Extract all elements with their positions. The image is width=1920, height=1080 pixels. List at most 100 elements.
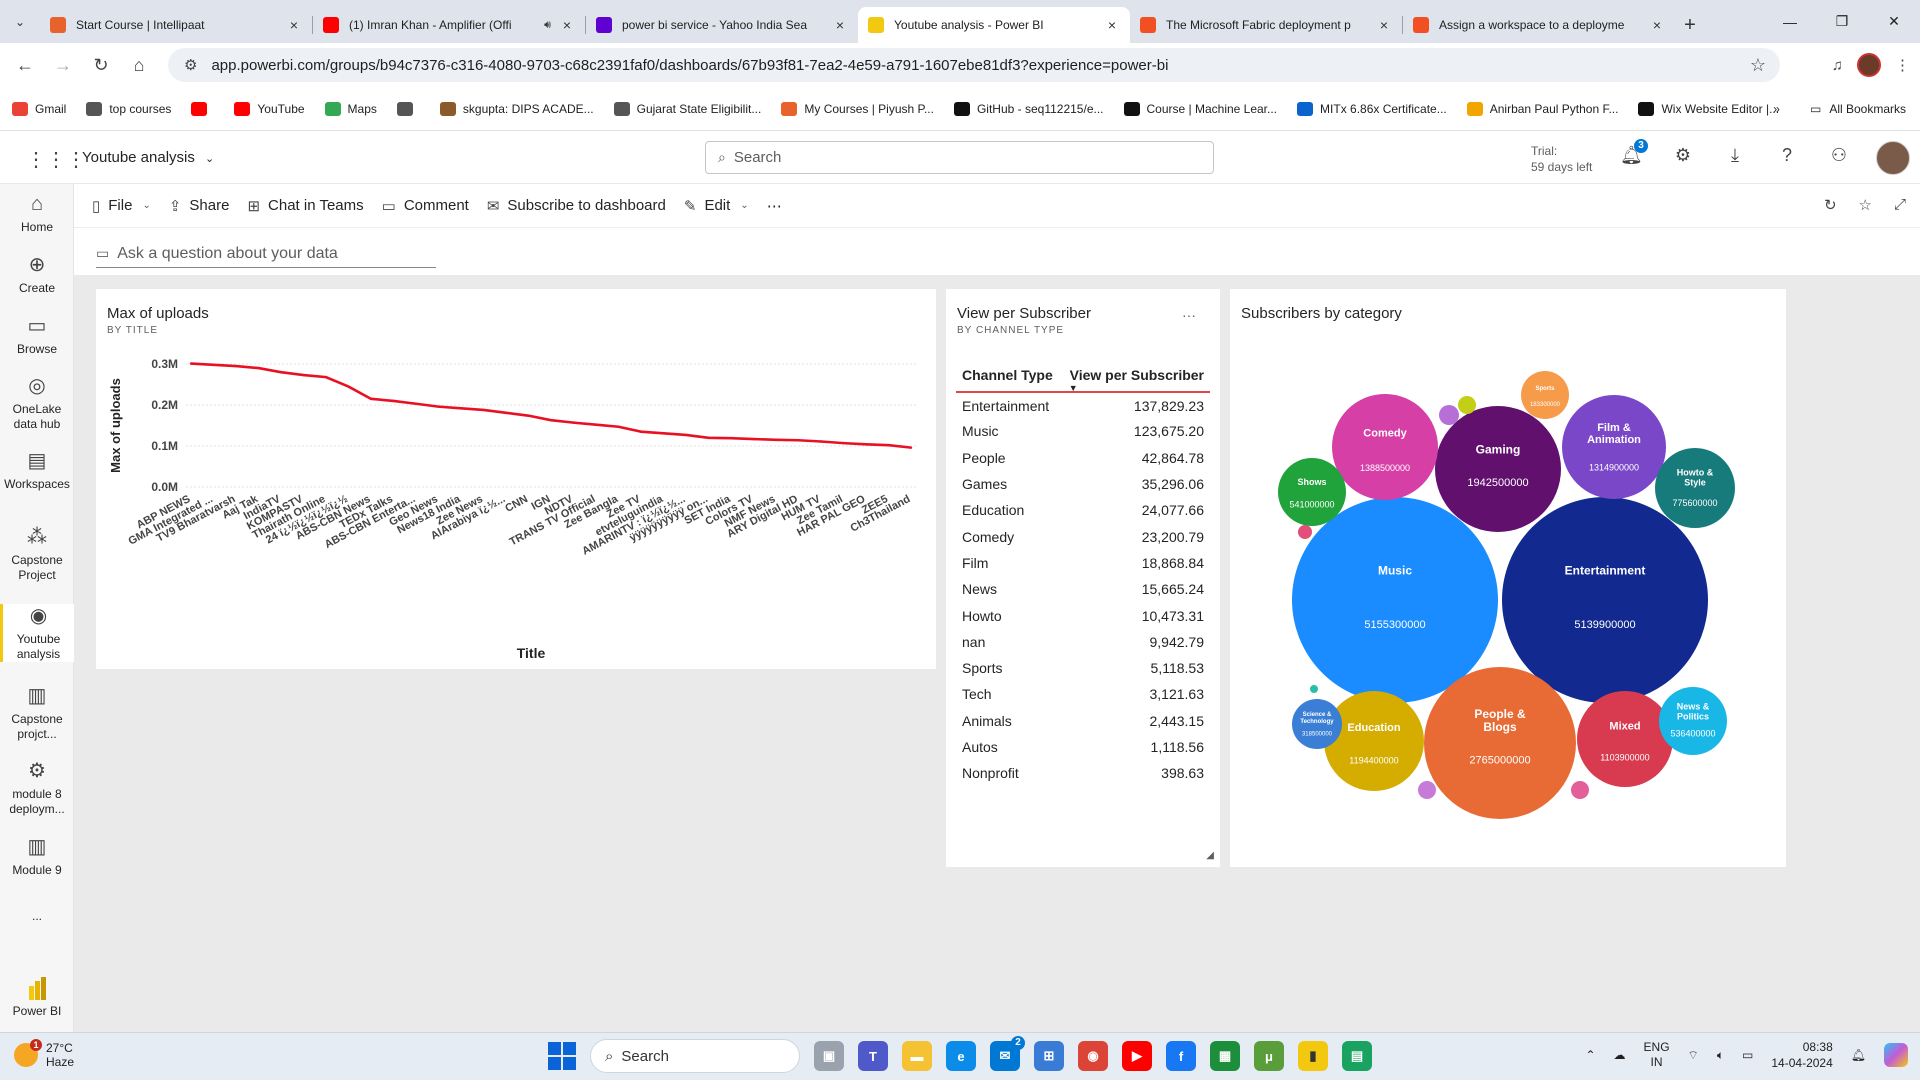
share-button[interactable]: ⇪ Share: [169, 197, 230, 215]
bookmark-item[interactable]: Gujarat State Eligibilit...: [613, 101, 761, 116]
bubble[interactable]: [1458, 396, 1476, 414]
windows-start-button[interactable]: [548, 1042, 576, 1070]
utorrent-icon[interactable]: μ: [1254, 1041, 1284, 1071]
bubble[interactable]: [1439, 405, 1459, 425]
bubble[interactable]: [1502, 497, 1708, 703]
table-row[interactable]: Music 123,675.20: [956, 418, 1210, 444]
tab-close-icon[interactable]: ×: [1649, 17, 1665, 33]
tile-view-per-subscriber[interactable]: View per Subscriber BY CHANNEL TYPE ··· …: [946, 289, 1220, 867]
nav-item[interactable]: ▥ Module 9: [0, 835, 74, 878]
language-indicator[interactable]: ENG IN: [1644, 1040, 1670, 1070]
notification-bell-icon[interactable]: 🔔︎: [1851, 1048, 1866, 1062]
fullscreen-icon[interactable]: ⤢: [1894, 196, 1906, 214]
table-row[interactable]: Comedy 23,200.79: [956, 523, 1210, 549]
all-bookmarks[interactable]: ▭ All Bookmarks: [1810, 102, 1906, 116]
nav-item[interactable]: ▭ Browse: [0, 314, 74, 357]
bookmark-item[interactable]: Gmail: [12, 101, 66, 116]
search-input[interactable]: ⌕ Search: [705, 141, 1214, 174]
notifications-bell-icon[interactable]: 🔔︎ 3: [1620, 139, 1648, 166]
store-icon[interactable]: ⊞: [1034, 1041, 1064, 1071]
bookmark-item[interactable]: [191, 101, 214, 116]
chat-in-teams-button[interactable]: ⊞ Chat in Teams: [247, 197, 363, 215]
tray-chevron-icon[interactable]: ⌃: [1585, 1048, 1595, 1062]
nav-item[interactable]: ⊕ Create: [0, 253, 74, 296]
table-row[interactable]: Animals 2,443.15: [956, 708, 1210, 734]
bubble[interactable]: [1324, 691, 1424, 791]
teams-taskbar-icon[interactable]: T: [858, 1041, 888, 1071]
chrome-icon[interactable]: ◉: [1078, 1041, 1108, 1071]
edge-icon[interactable]: e: [946, 1041, 976, 1071]
tab-audio-icon[interactable]: 🔊︎: [544, 19, 551, 32]
copilot-icon[interactable]: [1884, 1043, 1908, 1067]
forward-button[interactable]: →: [44, 55, 82, 76]
more-bookmarks-chevron-icon[interactable]: »: [1773, 102, 1780, 116]
nav-item[interactable]: Power BI: [0, 976, 74, 1019]
nav-item[interactable]: ◎ OneLake data hub: [0, 374, 74, 432]
new-tab-button[interactable]: +: [1675, 7, 1705, 43]
more-options-button[interactable]: ⋯: [767, 197, 782, 215]
table-row[interactable]: Tech 3,121.63: [956, 681, 1210, 707]
restore-button[interactable]: ❐: [1816, 0, 1868, 43]
tab-close-icon[interactable]: ×: [1104, 17, 1120, 33]
bookmark-item[interactable]: [396, 101, 420, 116]
bookmark-item[interactable]: GitHub - seq112215/e...: [953, 101, 1104, 116]
nav-item[interactable]: ▤ Workspaces: [0, 449, 74, 492]
bubble[interactable]: [1577, 691, 1673, 787]
bookmark-item[interactable]: top courses: [86, 101, 171, 116]
task-view-icon[interactable]: ▣: [814, 1041, 844, 1071]
browser-tab[interactable]: Start Course | Intellipaat ×: [40, 7, 312, 43]
bookmark-item[interactable]: YouTube: [234, 101, 305, 116]
tab-search-dropdown[interactable]: ⌄: [0, 0, 40, 43]
table-row[interactable]: Film 18,868.84: [956, 550, 1210, 576]
favorite-star-icon[interactable]: ☆: [1859, 196, 1872, 214]
table-row[interactable]: nan 9,942.79: [956, 629, 1210, 655]
nav-item[interactable]: ⚙ module 8 deploym...: [0, 759, 74, 817]
tab-close-icon[interactable]: ×: [559, 17, 575, 33]
dashboard-title-dropdown[interactable]: Youtube analysis ⌄: [82, 149, 214, 166]
table-row[interactable]: People 42,864.78: [956, 445, 1210, 471]
bubble[interactable]: [1562, 395, 1666, 499]
column-header-view-per-subscriber[interactable]: ▼View per Subscriber: [1060, 361, 1210, 393]
bubble[interactable]: [1424, 667, 1576, 819]
settings-gear-icon[interactable]: ⚙: [1672, 145, 1694, 166]
bookmark-item[interactable]: Anirban Paul Python F...: [1466, 101, 1618, 116]
bubble[interactable]: [1521, 371, 1569, 419]
file-menu[interactable]: ▯ File ⌄: [92, 197, 151, 215]
table-row[interactable]: Education 24,077.66: [956, 497, 1210, 523]
share-people-icon[interactable]: ⚇: [1828, 145, 1850, 166]
table-row[interactable]: Autos 1,118.56: [956, 734, 1210, 760]
nav-item[interactable]: ◉ Youtube analysis: [0, 604, 74, 662]
bookmark-item[interactable]: My Courses | Piyush P...: [781, 101, 934, 116]
bubble[interactable]: [1278, 458, 1346, 526]
browser-tab[interactable]: (1) Imran Khan - Amplifier (Offi 🔊︎ ×: [313, 7, 585, 43]
bookmark-item[interactable]: Maps: [324, 101, 377, 116]
bubble[interactable]: [1418, 781, 1436, 799]
nav-item[interactable]: ⌂ Home: [0, 192, 74, 235]
minimize-button[interactable]: —: [1764, 0, 1816, 43]
table-row[interactable]: Sports 5,118.53: [956, 655, 1210, 681]
bubble[interactable]: [1310, 685, 1318, 693]
weather-widget[interactable]: 1 27°C Haze: [14, 1039, 74, 1069]
table-row[interactable]: Games 35,296.06: [956, 471, 1210, 497]
download-icon[interactable]: ⤓: [1724, 145, 1746, 166]
system-clock[interactable]: 08:38 14-04-2024: [1771, 1039, 1832, 1071]
bubble[interactable]: [1292, 497, 1498, 703]
close-window-button[interactable]: ✕: [1868, 0, 1920, 43]
nav-item[interactable]: ⁂ Capstone Project: [0, 525, 74, 583]
app-launcher-icon[interactable]: ⋮⋮⋮: [26, 147, 86, 172]
notepad-icon[interactable]: ▤: [1342, 1041, 1372, 1071]
table-row[interactable]: Howto 10,473.31: [956, 602, 1210, 628]
subscribe-button[interactable]: ✉ Subscribe to dashboard: [487, 197, 666, 215]
excel-icon[interactable]: ▦: [1210, 1041, 1240, 1071]
bookmark-star-icon[interactable]: ☆: [1750, 55, 1766, 76]
file-explorer-icon[interactable]: ▬: [902, 1041, 932, 1071]
bookmark-item[interactable]: Course | Machine Lear...: [1123, 101, 1277, 116]
user-avatar[interactable]: [1876, 141, 1910, 175]
browser-tab[interactable]: The Microsoft Fabric deployment p ×: [1130, 7, 1402, 43]
tile-max-of-uploads[interactable]: Max of uploads BY TITLE 0.0M 0.1M 0.2M 0.3M…: [96, 289, 936, 669]
tab-close-icon[interactable]: ×: [1376, 17, 1392, 33]
browser-menu-icon[interactable]: ⋮: [1895, 56, 1910, 74]
back-button[interactable]: ←: [6, 55, 44, 76]
home-browser-button[interactable]: ⌂: [120, 55, 158, 76]
bubble[interactable]: [1332, 394, 1438, 500]
